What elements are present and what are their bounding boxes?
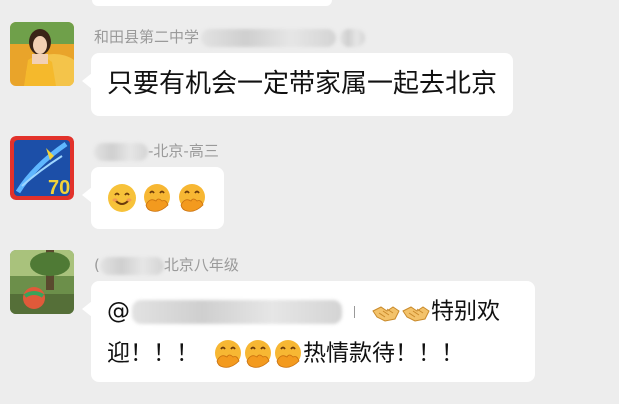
sender-name-prefix: 和田县第二中学 [94,28,200,46]
message-line-1: @ 特别欢 [107,295,500,327]
mention-trailing-char [342,305,355,318]
user-photo-icon [10,22,74,86]
message-bubble[interactable] [82,167,224,229]
redacted-name-blur [99,256,164,275]
face-with-hand-over-mouth-icon [177,183,207,213]
message-bubble[interactable]: @ 特别欢 迎！！！ 热情款待！！！ [82,281,535,382]
sender-name: 和田县第二中学 [94,27,366,47]
message-text: 特别欢 [431,298,500,325]
smiling-face-icon [107,183,137,213]
face-with-hand-over-mouth-icon [243,339,273,369]
landscape-photo-icon [10,250,74,314]
message-text: 热情款待！！！ [303,340,464,367]
handshake-icon [371,297,401,327]
redacted-name-blur [201,28,337,47]
avatar[interactable] [10,22,74,86]
redacted-name-blur-end [340,28,366,47]
mention-at-symbol: @ [107,298,130,325]
message-line-2: 迎！！！ 热情款待！！！ [107,337,464,369]
avatar-badge-text: 70 [48,177,70,199]
redacted-mention-blur [132,299,342,324]
sender-name: ( 北京八年级 [94,255,239,275]
face-with-hand-over-mouth-icon [273,339,303,369]
face-with-hand-over-mouth-icon [142,183,172,213]
sender-name-suffix: -北京-高三 [148,142,219,160]
avatar[interactable]: 70 [10,136,74,200]
sender-name-suffix: 北京八年级 [163,256,239,274]
previous-message-bubble [92,0,332,6]
sender-name: -北京-高三 [94,141,219,161]
redacted-name-blur [94,142,148,161]
message-text: 迎！！！ [107,340,199,367]
face-with-hand-over-mouth-icon [213,339,243,369]
message-text: 只要有机会一定带家属一起去北京 [107,69,498,99]
anniversary-badge-icon: 70 [10,136,74,200]
avatar[interactable] [10,250,74,314]
sender-name-prefix: ( [94,256,100,274]
handshake-icon [401,297,431,327]
message-bubble[interactable]: 只要有机会一定带家属一起去北京 [81,53,514,116]
